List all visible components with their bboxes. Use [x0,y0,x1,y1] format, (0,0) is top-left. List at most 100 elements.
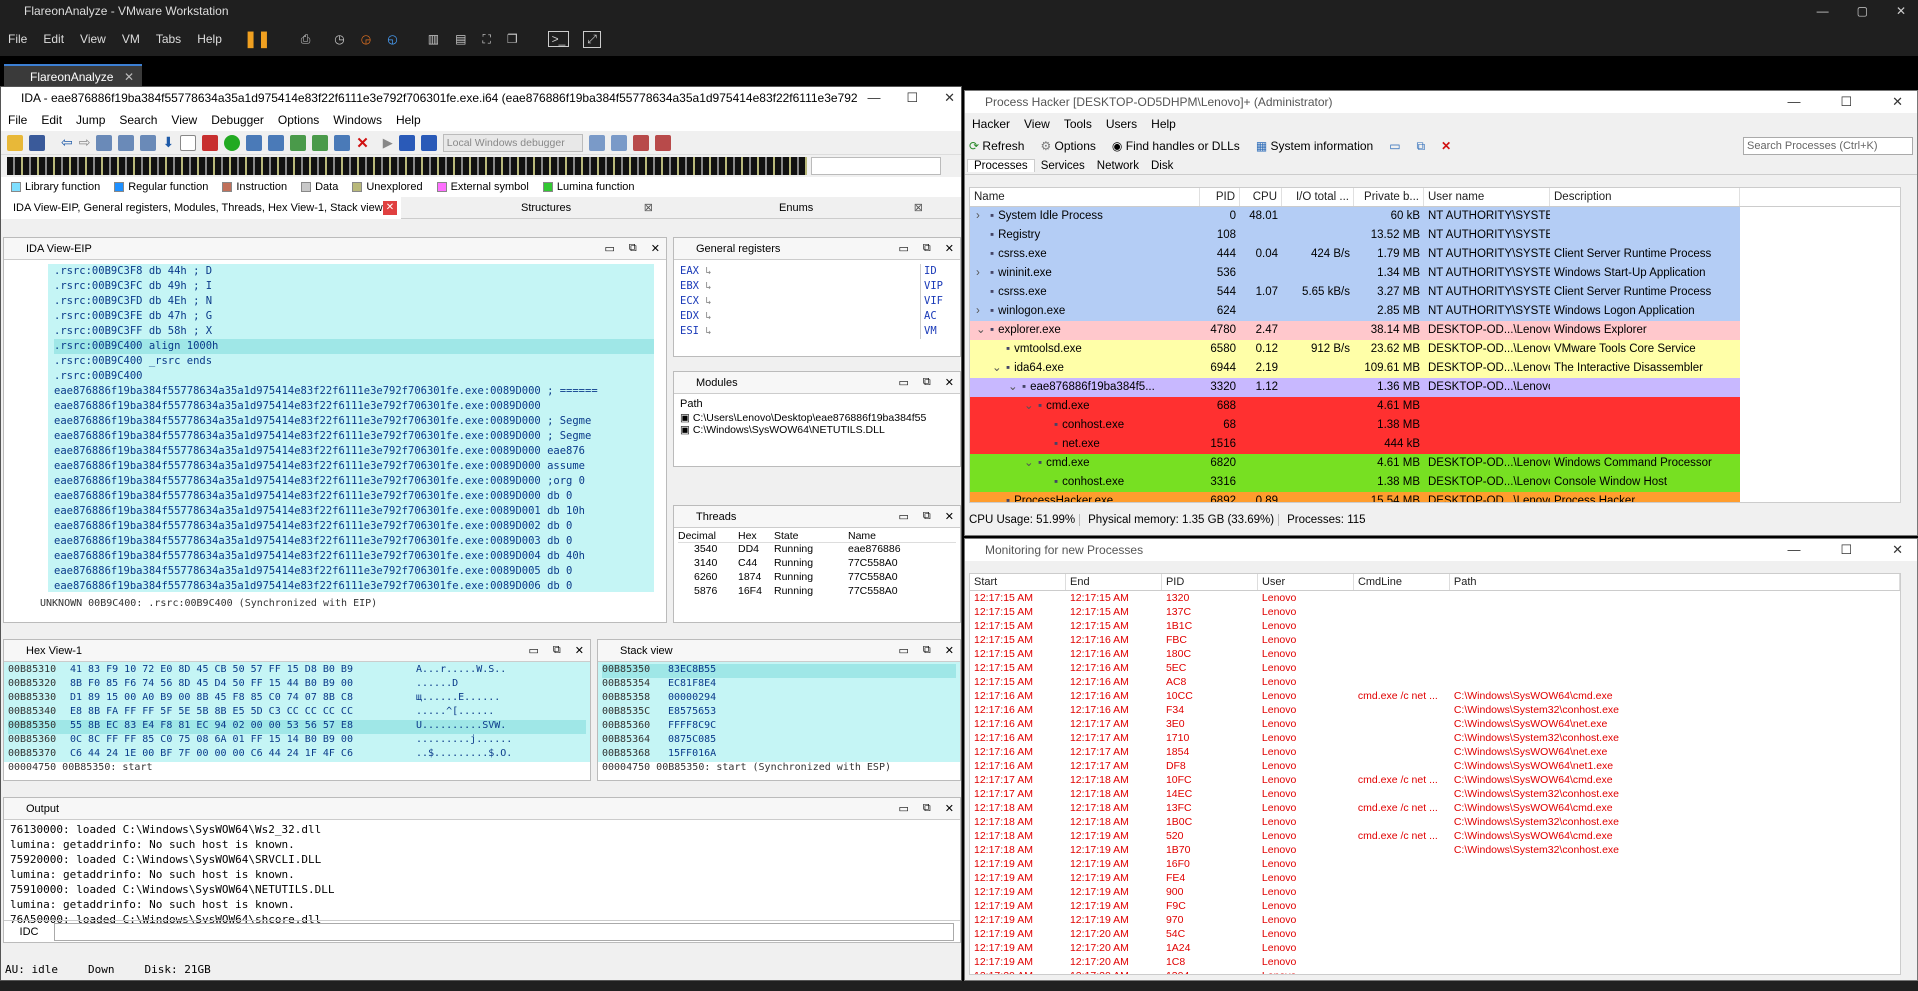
float-icon[interactable]: ⧉ [923,644,931,657]
maximize-icon[interactable]: ☐ [1840,539,1852,561]
tab-ida-view[interactable]: IDA View-EIP, General registers, Modules… [1,196,401,219]
threads-col-decimal[interactable]: Decimal [678,530,738,542]
debugger-select[interactable]: Local Windows debugger [442,133,583,152]
float-icon[interactable]: ⧉ [923,242,931,255]
unity-icon[interactable]: ❐ [507,32,518,46]
flag-ac[interactable]: AC [924,309,946,324]
thread-row[interactable]: 3140 C44 Running 77C558A0 [678,557,956,571]
monitor-row[interactable]: 12:17:19 AM 12:17:19 AM F9C Lenovo [970,899,1900,913]
monitor-col-pid[interactable]: PID [1162,574,1258,590]
close-icon[interactable]: ✕ [945,802,954,815]
code-line[interactable]: eae876886f19ba384f55778634a35a1d975414e8… [54,519,654,534]
ida-menu-search[interactable]: Search [112,113,164,127]
hex-row[interactable]: 00B85370 C6 44 24 1E 00 BF 7F 00 00 00 C6… [8,748,586,762]
close-icon[interactable]: ✕ [1892,539,1903,561]
minimize-icon[interactable]: — [867,87,880,109]
minimize-icon[interactable]: ▭ [899,376,909,389]
ph-col-4[interactable]: Private b... [1354,188,1424,206]
search-text-icon[interactable] [118,134,135,151]
code-line[interactable]: .rsrc:00B9C400 _rsrc ends [54,354,654,369]
monitor-row[interactable]: 12:17:15 AM 12:17:16 AM AC8 Lenovo [970,675,1900,689]
close-icon[interactable]: ✕ [383,200,397,215]
tab-enums[interactable]: Enums ⊠ [659,197,929,219]
monitor-row[interactable]: 12:17:17 AM 12:17:18 AM 14EC Lenovo C:\Windo… [970,787,1900,801]
tab-structures[interactable]: Structures ⊠ [401,197,659,219]
thumbnail-icon[interactable]: ▤ [455,32,466,46]
ph-col-3[interactable]: I/O total ... [1282,188,1354,206]
code-line[interactable]: eae876886f19ba384f55778634a35a1d975414e8… [54,504,654,519]
open-icon[interactable] [7,134,23,151]
thread-row[interactable]: 6260 1874 Running 77C558A0 [678,571,956,585]
search-icon[interactable] [96,134,113,151]
bookmark-icon[interactable] [334,134,351,151]
expand-icon[interactable]: › [976,264,990,283]
close-icon[interactable]: ✕ [124,66,134,88]
code-line[interactable]: eae876886f19ba384f55778634a35a1d975414e8… [54,549,654,564]
run-icon[interactable] [224,134,241,151]
code-line[interactable]: eae876886f19ba384f55778634a35a1d975414e8… [54,444,654,459]
step-into-icon[interactable] [588,134,605,151]
ida-menu-file[interactable]: File [1,113,34,127]
code-line[interactable]: eae876886f19ba384f55778634a35a1d975414e8… [54,474,654,489]
process-row[interactable]: ▪ csrss.exe 544 1.07 5.65 kB/s 3.27 MB NT AUTH… [970,283,1900,302]
process-row[interactable]: ▪ conhost.exe 3316 1.38 MB DESKTOP-OD...\Len… [970,473,1900,492]
ph-col-2[interactable]: CPU [1240,188,1282,206]
maximize-icon[interactable]: ▢ [1857,0,1868,22]
code-line[interactable]: eae876886f19ba384f55778634a35a1d975414e8… [54,564,654,579]
monitor-row[interactable]: 12:17:15 AM 12:17:16 AM 180C Lenovo [970,647,1900,661]
monitor-row[interactable]: 12:17:19 AM 12:17:19 AM 970 Lenovo [970,913,1900,927]
monitor-row[interactable]: 12:17:16 AM 12:17:16 AM F34 Lenovo C:\Window… [970,703,1900,717]
find-handles-button[interactable]: ◉ Find handles or DLLs [1112,139,1240,153]
search-binary-icon[interactable] [140,134,157,151]
close-icon[interactable]: ✕ [1892,91,1903,113]
threads-col-hex[interactable]: Hex [738,530,774,542]
monitor-row[interactable]: 12:17:19 AM 12:17:20 AM 1A24 Lenovo [970,941,1900,955]
ida-menu-windows[interactable]: Windows [326,113,389,127]
ida-menu-jump[interactable]: Jump [69,113,112,127]
flag-vif[interactable]: VIF [924,294,946,309]
monitor-row[interactable]: 12:17:16 AM 12:17:17 AM 1854 Lenovo C:\Windo… [970,745,1900,759]
code-line[interactable]: .rsrc:00B9C400 align 1000h [54,339,654,354]
disassembly-listing[interactable]: .rsrc:00B9C3F8 db 44h ; D .rsrc:00B9C3FC … [48,264,654,592]
close-icon[interactable]: ⊠ [914,197,923,219]
hex-row[interactable]: 00B85310 41 83 F9 10 72 E0 8D 45 CB 50 57… [8,664,586,678]
code-line[interactable]: .rsrc:00B9C3FD db 4Eh ; N [54,294,654,309]
output-log[interactable]: 76130000: loaded C:\Windows\SysWOW64\Ws2… [4,820,960,929]
monitor-row[interactable]: 12:17:15 AM 12:17:15 AM 137C Lenovo [970,605,1900,619]
stack-row[interactable]: 00B85354 EC81F8E4 [602,678,956,692]
monitor-row[interactable]: 12:17:16 AM 12:17:17 AM 1710 Lenovo C:\Windo… [970,731,1900,745]
hex-row[interactable]: 00B85330 D1 89 15 00 A0 B9 00 8B 45 F8 85… [8,692,586,706]
code-line[interactable]: .rsrc:00B9C3F8 db 44h ; D [54,264,654,279]
float-icon[interactable]: ⧉ [553,644,561,657]
flag-vip[interactable]: VIP [924,279,946,294]
ida-menu-view[interactable]: View [164,113,204,127]
monitor-row[interactable]: 12:17:15 AM 12:17:15 AM 1320 Lenovo [970,591,1900,605]
monitor-row[interactable]: 12:17:19 AM 12:17:20 AM 1C8 Lenovo [970,955,1900,969]
register-eax[interactable]: EAX ↳ [680,264,954,279]
console-icon[interactable]: >_ [547,31,570,47]
process-row[interactable]: ▪ net.exe 1516 444 kB [970,435,1900,454]
navigation-bar[interactable] [7,157,807,175]
close-icon[interactable]: ✕ [651,242,660,255]
register-ecx[interactable]: ECX ↳ [680,294,954,309]
ph-col-1[interactable]: PID [1200,188,1240,206]
process-row[interactable]: ⌄ ▪ cmd.exe 688 4.61 MB [970,397,1900,416]
close-icon[interactable]: ⊠ [644,197,653,219]
process-row[interactable]: ▪ csrss.exe 444 0.04 424 B/s 1.79 MB NT AUTHOR… [970,245,1900,264]
code-line[interactable]: eae876886f19ba384f55778634a35a1d975414e8… [54,489,654,504]
close-icon[interactable]: ✕ [945,510,954,523]
ida-menu-help[interactable]: Help [389,113,428,127]
idc-command-input[interactable] [54,922,954,941]
monitor-row[interactable]: 12:17:15 AM 12:17:15 AM 1B1C Lenovo [970,619,1900,633]
monitor-col-end[interactable]: End [1066,574,1162,590]
back-icon[interactable]: ⇦ [61,134,73,151]
process-row[interactable]: ⌄ ▪ ida64.exe 6944 2.19 109.61 MB DESKTOP-OD..… [970,359,1900,378]
forward-icon[interactable]: ⇨ [79,134,91,151]
close-icon[interactable]: ✕ [944,87,955,109]
float-icon[interactable]: ⧉ [923,510,931,523]
hex-dump[interactable]: 00B85310 41 83 F9 10 72 E0 8D 45 CB 50 57… [4,662,590,762]
monitor-row[interactable]: 12:17:16 AM 12:17:17 AM 3E0 Lenovo C:\Window… [970,717,1900,731]
monitor-row[interactable]: 12:17:19 AM 12:17:19 AM 16F0 Lenovo [970,857,1900,871]
process-row[interactable]: ⌄ ▪ cmd.exe 6820 4.61 MB DESKTOP-OD...\Lenovo… [970,454,1900,473]
send-keys-icon[interactable]: ⎙ [301,32,311,47]
